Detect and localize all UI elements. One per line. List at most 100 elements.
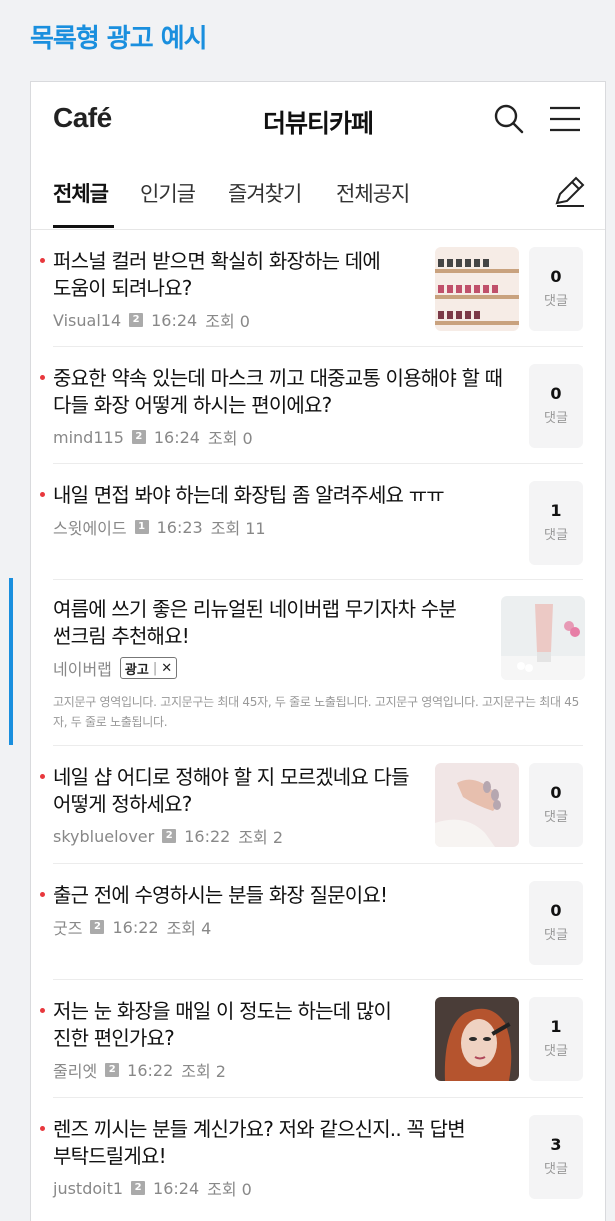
post-meta: 굿즈 2 16:22 조회 4 (53, 915, 503, 939)
post-thumbnail[interactable] (435, 997, 519, 1081)
close-icon[interactable]: ✕ (161, 661, 172, 676)
tab-notices[interactable]: 전체공지 (336, 178, 410, 208)
post-title[interactable]: 출근 전에 수영하시는 분들 화장 질문이요! (53, 882, 503, 909)
post-time: 16:23 (156, 517, 203, 537)
post-views: 조회 0 (205, 312, 250, 331)
ad-label: 광고 (124, 662, 149, 678)
search-button[interactable] (493, 102, 525, 136)
post-views: 조회 11 (210, 519, 266, 538)
comment-label: 댓글 (544, 810, 568, 825)
comment-label: 댓글 (544, 1162, 568, 1177)
comment-count: 1 (550, 501, 562, 520)
phone-frame: Café 더뷰티카페 전체글 인기글 즐겨찾기 전체공지 퍼스널 컬러 받으면 … (30, 81, 606, 1221)
post-time: 16:24 (153, 427, 200, 447)
active-tab-indicator (53, 225, 114, 228)
post-item[interactable]: 렌즈 끼시는 분들 계신가요? 저와 같으신지.. 꼭 답변 부탁드릴게요! j… (40, 1098, 583, 1216)
member-level-badge: 2 (129, 313, 144, 327)
post-meta: 줄리엣 2 16:22 조회 2 (53, 1058, 421, 1082)
comment-count-box[interactable]: 0 댓글 (529, 763, 583, 847)
post-author: 굿즈 (53, 919, 83, 938)
comment-count: 0 (550, 267, 562, 286)
comment-count-box[interactable]: 0 댓글 (529, 364, 583, 448)
post-title[interactable]: 네일 샵 어디로 정해야 할 지 모르겠네요 다들 어떻게 정하세요? (53, 764, 421, 818)
post-meta: skybluelover 2 16:22 조회 2 (53, 824, 421, 848)
post-meta: justdoit1 2 16:24 조회 0 (53, 1176, 503, 1200)
new-dot (40, 375, 45, 380)
post-author: justdoit1 (53, 1178, 124, 1198)
post-item[interactable]: 퍼스널 컬러 받으면 확실히 화장하는 데에 도움이 되려나요? Visual1… (40, 230, 583, 347)
hamburger-icon (550, 106, 580, 132)
comment-label: 댓글 (544, 1044, 568, 1059)
top-bar: Café 더뷰티카페 (31, 82, 605, 158)
post-views: 조회 4 (166, 919, 212, 938)
write-post-button[interactable] (551, 172, 589, 210)
post-thumbnail[interactable] (435, 763, 519, 847)
ad-item[interactable]: 여름에 쓰기 좋은 리뉴얼된 네이버랩 무기자차 수분 썬크림 추천해요! 네이… (53, 580, 585, 746)
comment-count-box[interactable]: 0 댓글 (529, 881, 583, 965)
post-title[interactable]: 내일 면접 봐야 하는데 화장팁 좀 알려주세요 ㅠㅠ (53, 482, 503, 509)
comment-label: 댓글 (544, 411, 568, 426)
post-time: 16:24 (151, 310, 198, 330)
tab-all-posts[interactable]: 전체글 (53, 178, 109, 208)
comment-count: 0 (550, 783, 562, 802)
member-level-badge: 2 (90, 920, 105, 934)
post-author: skybluelover (53, 826, 155, 846)
post-views: 조회 2 (181, 1062, 226, 1081)
sunscreen-tube-image (501, 596, 585, 680)
member-level-badge: 2 (105, 1063, 120, 1077)
post-item[interactable]: 출근 전에 수영하시는 분들 화장 질문이요! 굿즈 2 16:22 조회 4 … (40, 864, 583, 980)
post-thumbnail[interactable] (435, 247, 519, 331)
menu-button[interactable] (547, 102, 583, 136)
comment-label: 댓글 (544, 928, 568, 943)
comment-count-box[interactable]: 3 댓글 (529, 1115, 583, 1199)
post-item[interactable]: 중요한 약속 있는데 마스크 끼고 대중교통 이용해야 할 때 다들 화장 어떻… (40, 347, 583, 464)
new-dot (40, 1126, 45, 1131)
post-meta: 스윗에이드 1 16:23 조회 11 (53, 515, 503, 539)
post-item[interactable]: 내일 면접 봐야 하는데 화장팁 좀 알려주세요 ㅠㅠ 스윗에이드 1 16:2… (40, 464, 583, 580)
comment-label: 댓글 (544, 294, 568, 309)
post-meta: Visual14 2 16:24 조회 0 (53, 308, 421, 332)
post-meta: mind115 2 16:24 조회 0 (53, 425, 503, 449)
manicure-hand-image (435, 763, 519, 847)
post-item[interactable]: 네일 샵 어디로 정해야 할 지 모르겠네요 다들 어떻게 정하세요? skyb… (40, 746, 583, 864)
new-dot (40, 492, 45, 497)
page-heading: 목록형 광고 예시 (30, 24, 208, 54)
post-title[interactable]: 저는 눈 화장을 매일 이 정도는 하는데 많이 진한 편인가요? (53, 998, 421, 1052)
comment-label: 댓글 (544, 528, 568, 543)
comment-count: 0 (550, 901, 562, 920)
post-time: 16:22 (184, 826, 231, 846)
search-icon (494, 104, 524, 134)
post-title[interactable]: 퍼스널 컬러 받으면 확실히 화장하는 데에 도움이 되려나요? (53, 248, 421, 302)
post-title[interactable]: 렌즈 끼시는 분들 계신가요? 저와 같으신지.. 꼭 답변 부탁드릴게요! (53, 1116, 503, 1170)
comment-count-box[interactable]: 0 댓글 (529, 247, 583, 331)
post-time: 16:22 (127, 1060, 174, 1080)
post-author: mind115 (53, 427, 124, 447)
comment-count: 1 (550, 1017, 562, 1036)
eye-makeup-woman-image (435, 997, 519, 1081)
ad-label-tag[interactable]: 광고 | ✕ (119, 657, 178, 679)
post-author: 줄리엣 (53, 1062, 98, 1081)
ad-disclaimer: 고지문구 영역입니다. 고지문구는 최대 45자, 두 줄로 노출됩니다. 고지… (53, 695, 579, 729)
comment-count: 3 (550, 1135, 562, 1154)
post-views: 조회 0 (207, 429, 253, 448)
ad-thumbnail[interactable] (501, 596, 585, 680)
post-item[interactable]: 저는 눈 화장을 매일 이 정도는 하는데 많이 진한 편인가요? 줄리엣 2 … (40, 980, 583, 1098)
post-author: Visual14 (53, 310, 122, 330)
ad-meta: 네이버랩 광고 | ✕ (53, 656, 483, 680)
comment-count: 0 (550, 384, 562, 403)
new-dot (40, 774, 45, 779)
nail-polish-shelf-image (435, 247, 519, 331)
post-views: 조회 0 (207, 1180, 252, 1199)
new-dot (40, 892, 45, 897)
comment-count-box[interactable]: 1 댓글 (529, 997, 583, 1081)
member-level-badge: 2 (131, 1181, 146, 1195)
post-views: 조회 2 (238, 828, 284, 847)
post-title[interactable]: 중요한 약속 있는데 마스크 끼고 대중교통 이용해야 할 때 다들 화장 어떻… (53, 365, 503, 419)
post-time: 16:22 (112, 917, 159, 937)
comment-count-box[interactable]: 1 댓글 (529, 481, 583, 565)
ad-title[interactable]: 여름에 쓰기 좋은 리뉴얼된 네이버랩 무기자차 수분 썬크림 추천해요! (53, 596, 483, 650)
ad-highlight-bar (9, 578, 13, 745)
tab-popular[interactable]: 인기글 (140, 178, 196, 208)
tab-favorites[interactable]: 즐겨찾기 (228, 178, 302, 208)
ad-tag-separator: | (152, 660, 158, 676)
